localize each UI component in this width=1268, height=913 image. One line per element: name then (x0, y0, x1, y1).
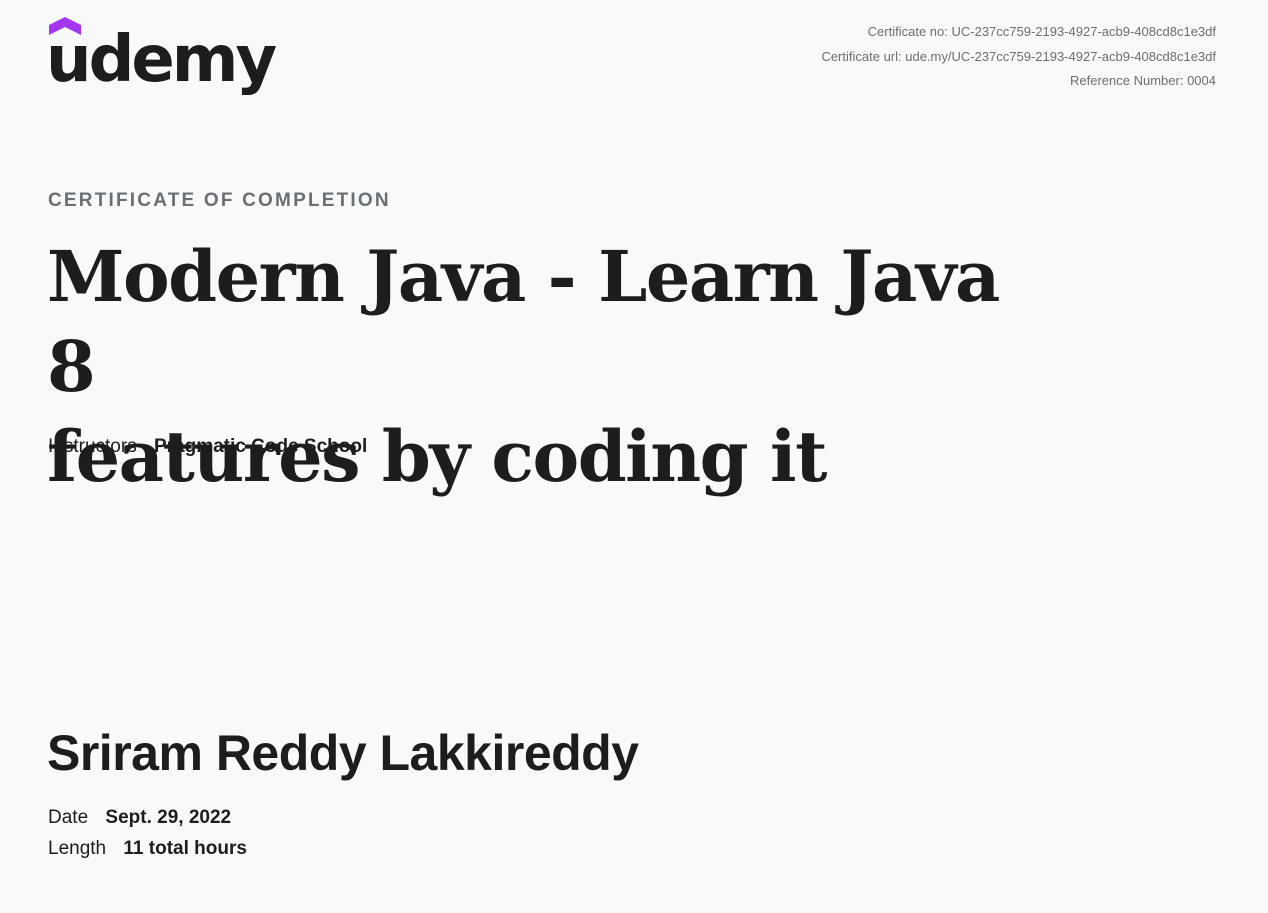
udemy-hat-icon (49, 17, 81, 35)
udemy-logo: udemy (46, 14, 277, 100)
recipient-name: Sriram Reddy Lakkireddy (47, 725, 639, 781)
instructors-value: Pragmatic Code School (153, 436, 368, 457)
date-label: Date (48, 807, 89, 828)
length-row: Length 11 total hours (48, 838, 247, 860)
length-label: Length (48, 838, 107, 859)
course-title-line-1: Modern Java - Learn Java 8 (47, 235, 1000, 408)
certificate-url: Certificate url: ude.my/UC-237cc759-2193… (821, 48, 1216, 64)
course-title: Modern Java - Learn Java 8 features by c… (47, 232, 1057, 502)
instructors-row: Instructors Pragmatic Code School (48, 436, 367, 458)
date-row: Date Sept. 29, 2022 (48, 807, 231, 829)
certificate-meta: Certificate no: UC-237cc759-2193-4927-ac… (821, 20, 1216, 94)
certificate-number: Certificate no: UC-237cc759-2193-4927-ac… (867, 24, 1216, 39)
reference-number: Reference Number: 0004 (1070, 73, 1216, 88)
instructors-label: Instructors (48, 436, 137, 457)
date-value: Sept. 29, 2022 (105, 807, 232, 828)
length-value: 11 total hours (123, 838, 247, 859)
certificate-heading: CERTIFICATE OF COMPLETION (48, 190, 391, 211)
